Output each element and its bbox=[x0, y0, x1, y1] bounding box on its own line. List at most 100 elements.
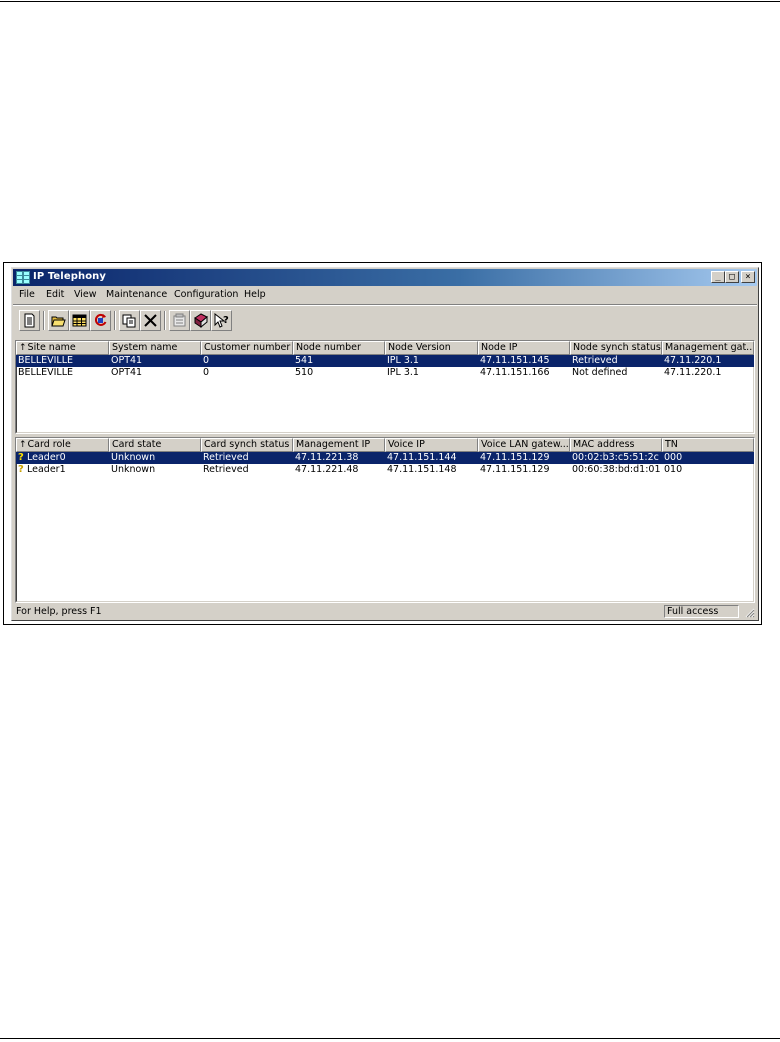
cell-card-state: Unknown bbox=[111, 464, 156, 475]
cell-node-number: 541 bbox=[295, 355, 314, 366]
minimize-button[interactable]: _ bbox=[711, 271, 725, 283]
delete-button[interactable] bbox=[140, 310, 161, 331]
grid-icon bbox=[72, 314, 87, 327]
properties-icon bbox=[173, 313, 186, 327]
maximize-button[interactable]: □ bbox=[725, 271, 739, 283]
column-header-management-gateway[interactable]: Management gat... bbox=[662, 341, 754, 355]
cell-node-synch-status: Not defined bbox=[572, 367, 628, 378]
menu-separator bbox=[13, 304, 757, 306]
open-icon bbox=[51, 316, 66, 327]
cell-voice-ip: 47.11.151.148 bbox=[387, 464, 457, 475]
copy-icon bbox=[122, 314, 136, 328]
menu-configuration[interactable]: Configuration bbox=[174, 289, 238, 300]
cell-node-number: 510 bbox=[295, 367, 314, 378]
refresh-icon bbox=[94, 313, 107, 326]
properties-button[interactable] bbox=[169, 310, 190, 331]
cell-voice-ip: 47.11.151.144 bbox=[387, 452, 457, 463]
cell-node-synch-status: Retrieved bbox=[572, 355, 618, 366]
column-label: Site name bbox=[27, 342, 76, 353]
refresh-button[interactable] bbox=[90, 310, 111, 331]
cell-mac-address: 00:60:38:bd:d1:01 bbox=[572, 464, 661, 475]
copy-button[interactable] bbox=[119, 310, 140, 331]
column-header-customer-number[interactable]: Customer number bbox=[201, 341, 293, 355]
column-header-tn[interactable]: TN bbox=[662, 438, 754, 452]
cell-management-gateway: 47.11.220.1 bbox=[664, 367, 722, 378]
menu-edit[interactable]: Edit bbox=[46, 289, 64, 300]
cards-list[interactable]: ↑Card role Card state Card synch status … bbox=[15, 437, 755, 603]
cell-voice-lan-gateway: 47.11.151.129 bbox=[480, 464, 550, 475]
page-bottom-rule bbox=[0, 1038, 780, 1039]
page-top-rule bbox=[0, 1, 780, 2]
toolbar-separator bbox=[43, 311, 45, 330]
menu-file[interactable]: File bbox=[19, 289, 35, 300]
grid-button[interactable] bbox=[69, 310, 90, 331]
cell-management-ip: 47.11.221.48 bbox=[295, 464, 359, 475]
app-icon bbox=[16, 271, 30, 284]
cell-mac-address: 00:02:b3:c5:51:2c bbox=[572, 452, 659, 463]
column-header-voice-ip[interactable]: Voice IP bbox=[385, 438, 478, 452]
cell-tn: 010 bbox=[664, 464, 683, 475]
cell-card-role: ? Leader1 bbox=[16, 464, 109, 476]
column-header-site-name[interactable]: ↑Site name bbox=[16, 341, 109, 355]
table-row[interactable]: BELLEVILLE OPT41 0 541 IPL 3.1 47.11.151… bbox=[16, 355, 754, 367]
delete-icon bbox=[144, 314, 157, 327]
nodes-list[interactable]: ↑Site name System name Customer number N… bbox=[15, 340, 755, 434]
cell-customer-number: 0 bbox=[203, 367, 210, 378]
status-help-text: For Help, press F1 bbox=[16, 606, 102, 617]
column-header-node-ip[interactable]: Node IP bbox=[478, 341, 570, 355]
menu-bar: File Edit View Maintenance Configuration… bbox=[13, 287, 757, 303]
column-header-card-role[interactable]: ↑Card role bbox=[16, 438, 109, 452]
unknown-state-icon: ? bbox=[18, 452, 24, 463]
column-header-node-version[interactable]: Node Version bbox=[385, 341, 478, 355]
card-role-label: Leader0 bbox=[27, 452, 66, 463]
menu-view[interactable]: View bbox=[74, 289, 97, 300]
context-help-icon: ? bbox=[214, 313, 229, 328]
resize-grip-icon[interactable] bbox=[744, 607, 755, 618]
card-role-label: Leader1 bbox=[27, 464, 66, 475]
cell-site-name: BELLEVILLE bbox=[18, 367, 73, 378]
cell-system-name: OPT41 bbox=[111, 367, 143, 378]
cell-tn: 000 bbox=[664, 452, 683, 463]
cell-management-ip: 47.11.221.38 bbox=[295, 452, 359, 463]
access-status-pane: Full access bbox=[664, 605, 739, 618]
toolbar-separator bbox=[114, 311, 116, 330]
column-header-voice-lan-gateway[interactable]: Voice LAN gatew... bbox=[478, 438, 570, 452]
new-button[interactable] bbox=[19, 310, 40, 331]
cell-node-version: IPL 3.1 bbox=[387, 355, 419, 366]
screenshot-frame: IP Telephony _ □ × File Edit View Mainte… bbox=[3, 262, 762, 625]
cell-card-role: ? Leader0 bbox=[16, 452, 109, 464]
sort-ascending-icon: ↑ bbox=[19, 440, 27, 450]
column-header-card-state[interactable]: Card state bbox=[109, 438, 201, 452]
close-button[interactable]: × bbox=[741, 271, 755, 283]
cards-header: ↑Card role Card state Card synch status … bbox=[16, 438, 754, 452]
table-row[interactable]: ? Leader1 Unknown Retrieved 47.11.221.48 … bbox=[16, 464, 754, 476]
table-row[interactable]: ? Leader0 Unknown Retrieved 47.11.221.38 … bbox=[16, 452, 754, 464]
svg-text:?: ? bbox=[223, 315, 229, 326]
book-icon bbox=[194, 313, 208, 328]
column-header-mac-address[interactable]: MAC address bbox=[570, 438, 662, 452]
cell-node-version: IPL 3.1 bbox=[387, 367, 419, 378]
toolbar: ? bbox=[16, 309, 756, 333]
new-icon bbox=[24, 313, 35, 328]
column-header-card-synch-status[interactable]: Card synch status bbox=[201, 438, 293, 452]
cell-node-ip: 47.11.151.166 bbox=[480, 367, 550, 378]
menu-help[interactable]: Help bbox=[244, 289, 266, 300]
cell-site-name: BELLEVILLE bbox=[18, 355, 73, 366]
cell-management-gateway: 47.11.220.1 bbox=[664, 355, 722, 366]
table-row[interactable]: BELLEVILLE OPT41 0 510 IPL 3.1 47.11.151… bbox=[16, 367, 754, 379]
cell-system-name: OPT41 bbox=[111, 355, 143, 366]
sort-ascending-icon: ↑ bbox=[19, 343, 27, 353]
context-help-button[interactable]: ? bbox=[211, 310, 232, 331]
menu-maintenance[interactable]: Maintenance bbox=[106, 289, 167, 300]
book-button[interactable] bbox=[190, 310, 211, 331]
cell-card-synch-status: Retrieved bbox=[203, 452, 249, 463]
column-header-node-number[interactable]: Node number bbox=[293, 341, 385, 355]
open-button[interactable] bbox=[48, 310, 69, 331]
column-header-system-name[interactable]: System name bbox=[109, 341, 201, 355]
column-header-management-ip[interactable]: Management IP bbox=[293, 438, 385, 452]
cell-node-ip: 47.11.151.145 bbox=[480, 355, 550, 366]
title-bar[interactable]: IP Telephony _ □ × bbox=[13, 269, 757, 286]
cell-card-synch-status: Retrieved bbox=[203, 464, 249, 475]
column-label: Card role bbox=[27, 439, 71, 450]
column-header-node-synch-status[interactable]: Node synch status bbox=[570, 341, 662, 355]
